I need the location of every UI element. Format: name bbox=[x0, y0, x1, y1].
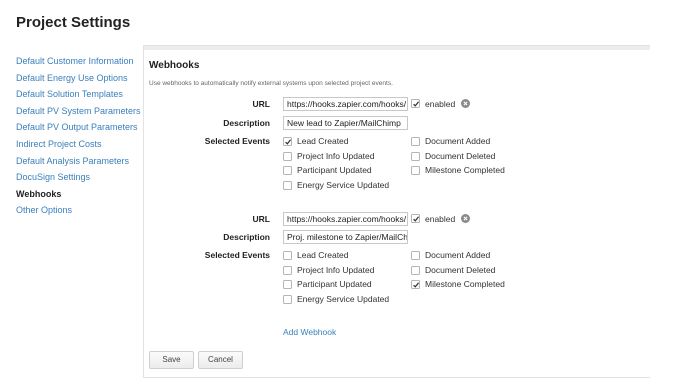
add-webhook-link[interactable]: Add Webhook bbox=[283, 327, 336, 337]
event-checkbox-project-info-updated[interactable] bbox=[283, 266, 292, 275]
sidebar-item-default-customer-information[interactable]: Default Customer Information bbox=[16, 53, 144, 70]
cancel-button[interactable]: Cancel bbox=[198, 351, 243, 369]
webhook-description-input[interactable]: New lead to Zapier/MailChimp bbox=[283, 116, 408, 130]
selected-events-label: Selected Events bbox=[204, 136, 270, 146]
remove-webhook-icon[interactable] bbox=[461, 99, 470, 108]
sidebar-item-default-solution-templates[interactable]: Default Solution Templates bbox=[16, 86, 144, 103]
page-title: Project Settings bbox=[16, 14, 131, 31]
webhooks-panel: Webhooks Use webhooks to automatically n… bbox=[143, 45, 650, 378]
event-label-lead-created: Lead Created bbox=[297, 250, 349, 260]
event-label-participant-updated: Participant Updated bbox=[297, 279, 372, 289]
sidebar-item-default-analysis-parameters[interactable]: Default Analysis Parameters bbox=[16, 153, 144, 170]
event-checkbox-document-added[interactable] bbox=[411, 251, 420, 260]
event-label-project-info-updated: Project Info Updated bbox=[297, 151, 375, 161]
event-label-document-deleted: Document Deleted bbox=[425, 265, 496, 275]
webhook-enabled-checkbox[interactable] bbox=[411, 214, 420, 223]
check-icon bbox=[413, 101, 420, 107]
event-checkbox-milestone-completed[interactable] bbox=[411, 166, 420, 175]
event-label-energy-service-updated: Energy Service Updated bbox=[297, 294, 390, 304]
event-checkbox-project-info-updated[interactable] bbox=[283, 152, 292, 161]
remove-webhook-icon[interactable] bbox=[461, 214, 470, 223]
webhook-url-input[interactable]: https://hooks.zapier.com/hooks/ bbox=[283, 212, 408, 226]
event-checkbox-energy-service-updated[interactable] bbox=[283, 181, 292, 190]
check-icon bbox=[285, 139, 292, 145]
sidebar-item-default-pv-output-parameters[interactable]: Default PV Output Parameters bbox=[16, 119, 144, 136]
event-checkbox-lead-created[interactable] bbox=[283, 251, 292, 260]
sidebar-item-docusign-settings[interactable]: DocuSign Settings bbox=[16, 169, 144, 186]
event-label-milestone-completed: Milestone Completed bbox=[425, 279, 505, 289]
webhook-url-input[interactable]: https://hooks.zapier.com/hooks/ bbox=[283, 97, 408, 111]
sidebar-item-indirect-project-costs[interactable]: Indirect Project Costs bbox=[16, 136, 144, 153]
event-checkbox-energy-service-updated[interactable] bbox=[283, 295, 292, 304]
event-checkbox-document-deleted[interactable] bbox=[411, 152, 420, 161]
close-icon bbox=[463, 216, 468, 221]
url-label: URL bbox=[252, 214, 270, 224]
enabled-label: enabled bbox=[425, 214, 456, 224]
event-label-participant-updated: Participant Updated bbox=[297, 165, 372, 175]
panel-top-divider bbox=[144, 46, 650, 50]
webhook-enabled-checkbox[interactable] bbox=[411, 99, 420, 108]
event-label-milestone-completed: Milestone Completed bbox=[425, 165, 505, 175]
event-checkbox-document-deleted[interactable] bbox=[411, 266, 420, 275]
sidebar-item-webhooks[interactable]: Webhooks bbox=[16, 186, 144, 203]
event-label-document-added: Document Added bbox=[425, 250, 491, 260]
event-label-energy-service-updated: Energy Service Updated bbox=[297, 180, 390, 190]
selected-events-label: Selected Events bbox=[204, 250, 270, 260]
webhook-description-input[interactable]: Proj. milestone to Zapier/MailCh bbox=[283, 230, 408, 244]
check-icon bbox=[413, 216, 420, 222]
event-label-document-deleted: Document Deleted bbox=[425, 151, 496, 161]
save-button[interactable]: Save bbox=[149, 351, 194, 369]
event-label-lead-created: Lead Created bbox=[297, 136, 349, 146]
event-checkbox-milestone-completed[interactable] bbox=[411, 280, 420, 289]
sidebar-nav: Default Customer Information Default Ene… bbox=[16, 53, 144, 219]
event-label-project-info-updated: Project Info Updated bbox=[297, 265, 375, 275]
check-icon bbox=[413, 282, 420, 288]
event-checkbox-document-added[interactable] bbox=[411, 137, 420, 146]
sidebar-item-default-energy-use-options[interactable]: Default Energy Use Options bbox=[16, 70, 144, 87]
description-label: Description bbox=[223, 118, 270, 128]
url-label: URL bbox=[252, 99, 270, 109]
sidebar-item-default-pv-system-parameters[interactable]: Default PV System Parameters bbox=[16, 103, 144, 120]
event-checkbox-participant-updated[interactable] bbox=[283, 166, 292, 175]
section-description: Use webhooks to automatically notify ext… bbox=[149, 80, 393, 87]
sidebar-item-other-options[interactable]: Other Options bbox=[16, 202, 144, 219]
description-label: Description bbox=[223, 232, 270, 242]
event-checkbox-participant-updated[interactable] bbox=[283, 280, 292, 289]
event-checkbox-lead-created[interactable] bbox=[283, 137, 292, 146]
close-icon bbox=[463, 101, 468, 106]
section-title: Webhooks bbox=[149, 60, 200, 71]
enabled-label: enabled bbox=[425, 99, 456, 109]
event-label-document-added: Document Added bbox=[425, 136, 491, 146]
